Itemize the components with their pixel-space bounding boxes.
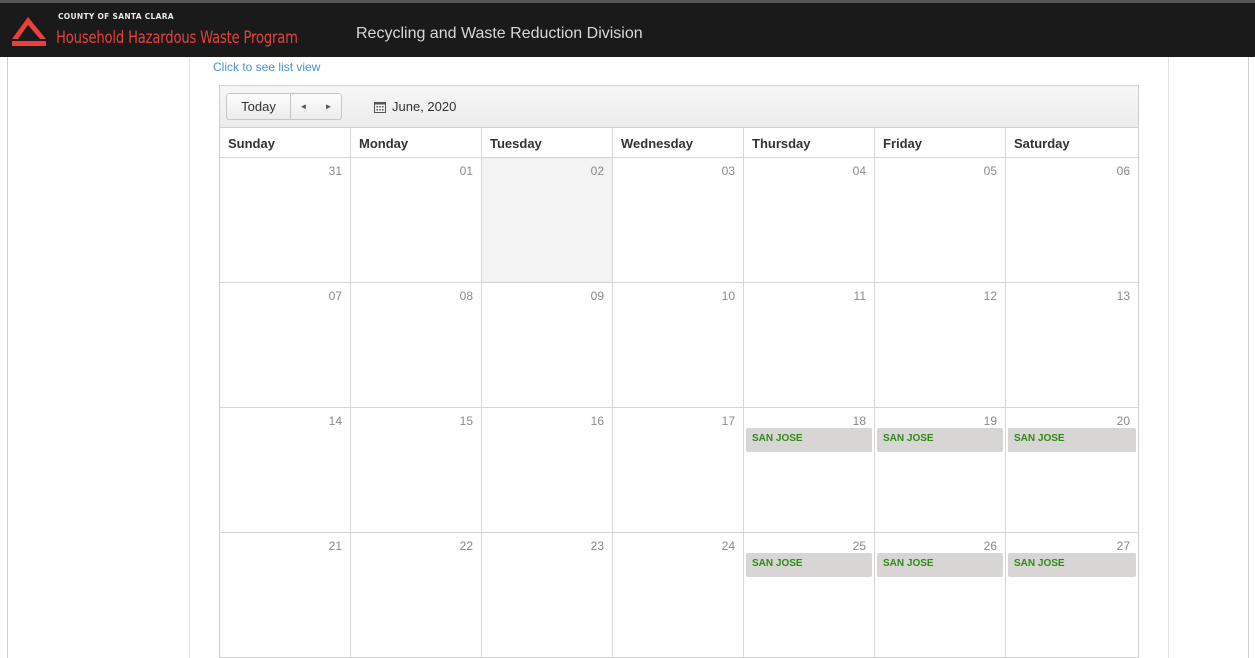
calendar-day[interactable]: 27 SAN JOSE (1006, 533, 1138, 657)
program-title[interactable]: Household Hazardous Waste Program (56, 28, 298, 48)
day-number: 13 (1116, 289, 1130, 303)
calendar-day[interactable]: 18 SAN JOSE (744, 408, 875, 532)
month-title[interactable]: June, 2020 (374, 99, 456, 114)
calendar-day[interactable]: 24 (613, 533, 744, 657)
day-number: 07 (328, 289, 342, 303)
calendar-day[interactable]: 13 (1006, 283, 1138, 407)
calendar-week: 07 08 09 10 11 12 13 (220, 283, 1138, 408)
weekday-sunday: Sunday (220, 128, 351, 157)
calendar-week: 14 15 16 17 18 SAN JOSE 19 SAN JOSE 20 S… (220, 408, 1138, 533)
calendar-day[interactable]: 25 SAN JOSE (744, 533, 875, 657)
weekday-wednesday: Wednesday (613, 128, 744, 157)
content-right-border (1168, 57, 1169, 658)
weekday-tuesday: Tuesday (482, 128, 613, 157)
calendar-week: 31 01 02 03 04 05 06 (220, 158, 1138, 283)
day-number: 20 (1116, 414, 1130, 428)
calendar-day[interactable]: 20 SAN JOSE (1006, 408, 1138, 532)
calendar-day[interactable]: 09 (482, 283, 613, 407)
calendar-day[interactable]: 15 (351, 408, 482, 532)
division-title: Recycling and Waste Reduction Division (356, 25, 643, 42)
day-number: 21 (328, 539, 342, 553)
calendar-day[interactable]: 16 (482, 408, 613, 532)
calendar-day[interactable]: 26 SAN JOSE (875, 533, 1006, 657)
next-month-button[interactable]: ► (316, 94, 341, 119)
calendar-day-today[interactable]: 02 (482, 158, 613, 282)
calendar: Today ◄ ► June, 2020 Sunday Monday Tuesd… (219, 85, 1139, 658)
day-number: 19 (983, 414, 997, 428)
weekday-thursday: Thursday (744, 128, 875, 157)
day-number: 31 (328, 164, 342, 178)
calendar-day[interactable]: 14 (220, 408, 351, 532)
calendar-day[interactable]: 22 (351, 533, 482, 657)
day-number: 12 (983, 289, 997, 303)
calendar-event[interactable]: SAN JOSE (877, 428, 1003, 452)
calendar-day[interactable]: 21 (220, 533, 351, 657)
day-number: 10 (721, 289, 735, 303)
content-left-border (189, 57, 190, 658)
day-number: 05 (983, 164, 997, 178)
weekday-friday: Friday (875, 128, 1006, 157)
prev-month-button[interactable]: ◄ (291, 94, 316, 119)
calendar-day[interactable]: 17 (613, 408, 744, 532)
calendar-day[interactable]: 11 (744, 283, 875, 407)
site-header: COUNTY OF SANTA CLARA Household Hazardou… (0, 0, 1255, 57)
day-number: 03 (721, 164, 735, 178)
day-number: 22 (459, 539, 473, 553)
county-name: COUNTY OF SANTA CLARA (58, 12, 174, 21)
calendar-day[interactable]: 31 (220, 158, 351, 282)
day-number: 04 (852, 164, 866, 178)
day-number: 23 (590, 539, 604, 553)
calendar-day[interactable]: 07 (220, 283, 351, 407)
day-number: 16 (590, 414, 604, 428)
calendar-event[interactable]: SAN JOSE (877, 553, 1003, 577)
calendar-icon (374, 101, 386, 113)
calendar-day[interactable]: 03 (613, 158, 744, 282)
day-number: 18 (852, 414, 866, 428)
day-number: 11 (853, 289, 866, 303)
day-number: 14 (328, 414, 342, 428)
calendar-event[interactable]: SAN JOSE (746, 428, 872, 452)
window-left-edge (0, 0, 8, 658)
calendar-day[interactable]: 23 (482, 533, 613, 657)
calendar-event[interactable]: SAN JOSE (1008, 428, 1136, 452)
calendar-toolbar: Today ◄ ► June, 2020 (220, 86, 1138, 128)
list-view-link[interactable]: Click to see list view (213, 60, 320, 74)
calendar-day[interactable]: 19 SAN JOSE (875, 408, 1006, 532)
calendar-day[interactable]: 10 (613, 283, 744, 407)
day-number: 08 (459, 289, 473, 303)
day-number: 17 (721, 414, 735, 428)
day-number: 25 (852, 539, 866, 553)
calendar-week: 21 22 23 24 25 SAN JOSE 26 SAN JOSE 27 S… (220, 533, 1138, 657)
calendar-day[interactable]: 08 (351, 283, 482, 407)
day-number: 26 (983, 539, 997, 553)
today-button[interactable]: Today (227, 94, 291, 119)
day-number: 06 (1116, 164, 1130, 178)
calendar-day[interactable]: 01 (351, 158, 482, 282)
day-number: 15 (459, 414, 473, 428)
nav-button-group: Today ◄ ► (226, 93, 342, 120)
calendar-day[interactable]: 06 (1006, 158, 1138, 282)
weekday-header: Sunday Monday Tuesday Wednesday Thursday… (220, 128, 1138, 158)
day-number: 02 (590, 164, 604, 178)
day-number: 27 (1116, 539, 1130, 553)
calendar-day[interactable]: 04 (744, 158, 875, 282)
day-number: 01 (459, 164, 473, 178)
weekday-saturday: Saturday (1014, 136, 1070, 151)
calendar-day[interactable]: 12 (875, 283, 1006, 407)
calendar-day[interactable]: 05 (875, 158, 1006, 282)
calendar-event[interactable]: SAN JOSE (1008, 553, 1136, 577)
calendar-event[interactable]: SAN JOSE (746, 553, 872, 577)
county-logo-icon (12, 17, 46, 46)
weekday-monday: Monday (351, 128, 482, 157)
day-number: 09 (590, 289, 604, 303)
window-right-edge (1248, 0, 1255, 658)
day-number: 24 (721, 539, 735, 553)
month-label: June, 2020 (392, 99, 457, 114)
